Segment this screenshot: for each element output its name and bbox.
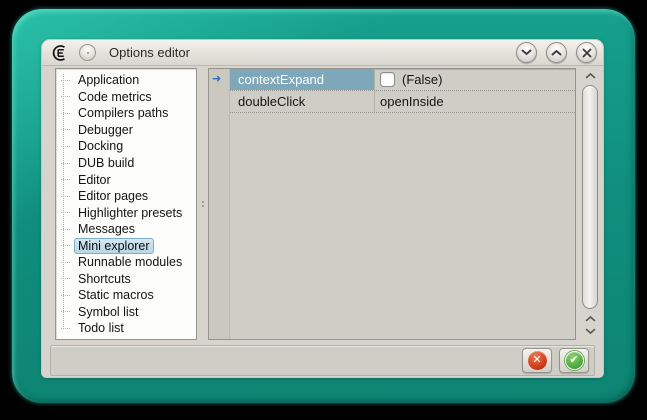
scroll-down-button[interactable] (580, 324, 601, 339)
property-value-label: (False) (402, 72, 442, 87)
close-icon (582, 48, 592, 58)
sidebar-item-debugger[interactable]: Debugger (61, 122, 196, 139)
sidebar-item-dub-build[interactable]: DUB build (61, 155, 196, 172)
property-value-label: openInside (380, 94, 444, 109)
chevron-down-icon (585, 328, 596, 335)
sidebar-item-runnable-modules[interactable]: Runnable modules (61, 254, 196, 271)
sidebar-item-messages[interactable]: Messages (61, 221, 196, 238)
property-grid: ➜ contextExpand (False) doubleClick open… (208, 68, 576, 340)
property-value[interactable]: (False) (374, 69, 575, 90)
property-value[interactable]: openInside (374, 91, 575, 112)
sidebar-item-static-macros[interactable]: Static macros (61, 287, 196, 304)
sidebar-item-highlighter-presets[interactable]: Highlighter presets (61, 204, 196, 221)
cancel-button[interactable]: ✕ (522, 348, 552, 373)
sidebar-item-editor[interactable]: Editor (61, 171, 196, 188)
minimize-button[interactable] (516, 42, 537, 63)
chevron-up-icon (551, 49, 562, 56)
coedit-logo-icon (50, 44, 70, 62)
ok-circle-icon: ✔ (565, 351, 584, 370)
scrollbar-thumb[interactable] (582, 85, 598, 309)
selected-row-arrow-icon: ➜ (212, 73, 221, 86)
accept-button[interactable]: ✔ (559, 348, 589, 373)
close-button[interactable] (576, 42, 597, 63)
vertical-scrollbar[interactable] (580, 68, 601, 340)
panel-splitter[interactable] (199, 68, 207, 340)
cancel-circle-icon: ✕ (528, 351, 547, 370)
sidebar-item-docking[interactable]: Docking (61, 138, 196, 155)
chevron-down-icon (521, 49, 532, 56)
sidebar-item-todo-list[interactable]: Todo list (61, 320, 196, 337)
property-name[interactable]: contextExpand (230, 69, 374, 90)
sidebar-item-application[interactable]: Application (61, 72, 196, 89)
footer-toolbar: ✕ ✔ (50, 345, 595, 376)
maximize-button[interactable] (546, 42, 567, 63)
titlebar[interactable]: Options editor (42, 40, 603, 66)
chevron-up-icon (585, 72, 596, 79)
scroll-up-button[interactable] (580, 68, 601, 83)
property-name[interactable]: doubleClick (230, 91, 374, 112)
sidebar-item-mini-explorer[interactable]: Mini explorer (61, 237, 196, 254)
property-row-doubleclick[interactable]: doubleClick openInside (230, 91, 575, 113)
sidebar-item-editor-pages[interactable]: Editor pages (61, 188, 196, 205)
property-grid-gutter: ➜ (209, 69, 230, 339)
options-editor-window: Options editor Application Code metrics … (42, 40, 603, 377)
checkbox[interactable] (380, 72, 395, 87)
sidebar-item-shortcuts[interactable]: Shortcuts (61, 271, 196, 288)
window-title: Options editor (109, 45, 190, 60)
window-menu-button[interactable] (79, 44, 96, 61)
property-row-contextexpand[interactable]: contextExpand (False) (230, 69, 575, 91)
sidebar-item-code-metrics[interactable]: Code metrics (61, 89, 196, 106)
sidebar-item-compilers-paths[interactable]: Compilers paths (61, 105, 196, 122)
category-tree: Application Code metrics Compilers paths… (55, 68, 197, 340)
chevron-up-icon (585, 315, 596, 322)
sidebar-item-symbol-list[interactable]: Symbol list (61, 304, 196, 321)
